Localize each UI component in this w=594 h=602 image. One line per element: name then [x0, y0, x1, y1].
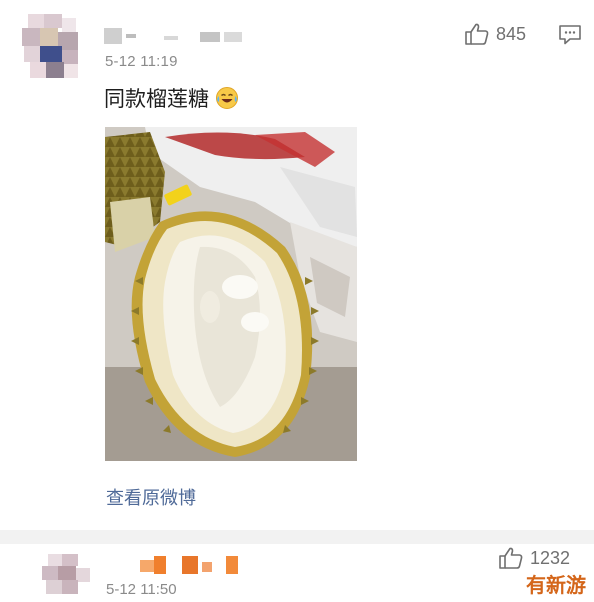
comment-feed: 5-12 11:19 同款榴莲糖 845 查看原微博 5-12 11:50 12…: [0, 0, 594, 602]
like-button[interactable]: 1232: [498, 546, 570, 570]
avatar[interactable]: [22, 14, 84, 80]
username-pixelated[interactable]: [140, 556, 240, 574]
comment-timestamp: 5-12 11:19: [105, 53, 178, 70]
site-watermark: 有新游: [526, 573, 586, 597]
view-original-post-link[interactable]: 查看原微博: [106, 484, 196, 510]
like-button[interactable]: 845: [464, 22, 526, 46]
comment-item: 5-12 11:50 1232: [0, 544, 594, 602]
comment-divider: [0, 530, 594, 544]
avatar[interactable]: [42, 554, 92, 602]
comment-photo[interactable]: [105, 127, 357, 461]
comment-item: 5-12 11:19 同款榴莲糖 845 查看原微博: [0, 0, 594, 530]
laughing-crying-emoji-icon: [215, 86, 239, 110]
comment-bubble-icon: [559, 25, 581, 45]
like-count: 1232: [530, 547, 571, 568]
thumbs-up-icon: [465, 23, 489, 45]
username-pixelated[interactable]: [104, 28, 244, 44]
reply-button[interactable]: [558, 24, 582, 51]
comment-text: 同款榴莲糖: [104, 83, 239, 113]
comment-text-content: 同款榴莲糖: [104, 87, 209, 111]
comment-timestamp: 5-12 11:50: [106, 581, 177, 598]
like-count: 845: [496, 23, 527, 44]
thumbs-up-icon: [499, 547, 523, 569]
